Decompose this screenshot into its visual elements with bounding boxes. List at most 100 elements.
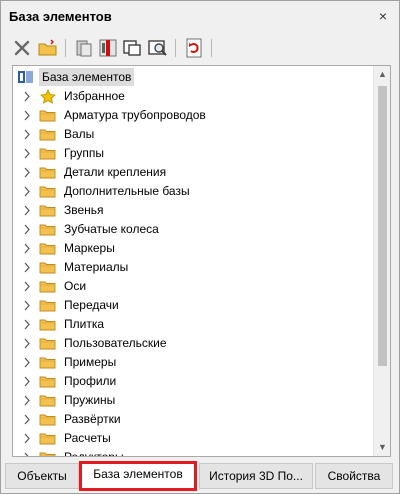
chevron-right-icon[interactable] <box>22 147 32 160</box>
tree-content: База элементов Избранное Арматура трубопр… <box>13 66 373 456</box>
tree-item-label: Пользовательские <box>64 336 167 350</box>
insert-view-button[interactable] <box>121 37 143 59</box>
tree-item-label: Дополнительные базы <box>64 184 190 198</box>
chevron-right-icon[interactable] <box>22 109 32 122</box>
open-folder-icon <box>38 39 57 56</box>
tree-item[interactable]: Примеры <box>13 353 373 372</box>
folder-icon <box>39 395 56 407</box>
folder-icon <box>39 148 56 160</box>
tree-item[interactable]: Профили <box>13 372 373 391</box>
tree-item-label: Арматура трубопроводов <box>64 108 206 122</box>
folder-icon <box>39 262 56 274</box>
folder-icon <box>39 319 56 331</box>
close-button[interactable]: × <box>375 8 391 24</box>
chevron-right-icon[interactable] <box>22 223 32 236</box>
folder-icon <box>39 110 56 122</box>
tree-item[interactable]: Пользовательские <box>13 334 373 353</box>
properties-button[interactable] <box>73 37 95 59</box>
properties-icon <box>76 40 92 57</box>
chevron-right-icon[interactable] <box>22 185 32 198</box>
tree-item-label: Профили <box>64 374 117 388</box>
tree-item[interactable]: Оси <box>13 277 373 296</box>
scroll-down-icon[interactable]: ▼ <box>374 439 390 456</box>
chevron-right-icon[interactable] <box>22 318 32 331</box>
star-icon <box>40 89 56 104</box>
folder-icon <box>39 452 56 456</box>
chevron-right-icon[interactable] <box>22 337 32 350</box>
tree-item-label: Избранное <box>64 89 125 103</box>
folder-icon <box>39 357 56 369</box>
folder-icon <box>39 433 56 445</box>
chevron-right-icon[interactable] <box>22 413 32 426</box>
tree-item-label: Расчеты <box>64 431 111 445</box>
tree-item-label: Передачи <box>64 298 119 312</box>
tree-item[interactable]: Материалы <box>13 258 373 277</box>
open-button[interactable] <box>37 37 59 59</box>
tree-item-label: Материалы <box>64 260 129 274</box>
folder-icon <box>39 129 56 141</box>
tab-element-base[interactable]: База элементов <box>79 461 197 491</box>
tree-item[interactable]: Маркеры <box>13 239 373 258</box>
tree-item[interactable]: Расчеты <box>13 429 373 448</box>
folder-icon <box>39 186 56 198</box>
tree-item[interactable]: Звенья <box>13 201 373 220</box>
tab-objects[interactable]: Объекты <box>5 463 79 489</box>
chevron-right-icon[interactable] <box>22 90 32 103</box>
chevron-right-icon[interactable] <box>22 166 32 179</box>
folder-icon <box>39 338 56 350</box>
chevron-right-icon[interactable] <box>22 451 32 456</box>
search-preview-icon <box>148 40 167 56</box>
refresh-button[interactable] <box>183 37 205 59</box>
chevron-right-icon[interactable] <box>22 356 32 369</box>
chevron-right-icon[interactable] <box>22 394 32 407</box>
scroll-up-icon[interactable]: ▲ <box>374 66 390 83</box>
tree-item[interactable]: Плитка <box>13 315 373 334</box>
bottom-tabs: Объекты База элементов История 3D По... … <box>1 461 399 493</box>
tree-item-label: Валы <box>64 127 95 141</box>
tree-item-label: Пружины <box>64 393 116 407</box>
toolbar-separator <box>175 39 176 57</box>
tree-item-label: Детали крепления <box>64 165 167 179</box>
tree-item[interactable]: Арматура трубопроводов <box>13 106 373 125</box>
chevron-right-icon[interactable] <box>22 299 32 312</box>
chevron-right-icon[interactable] <box>22 204 32 217</box>
tree-item[interactable]: Избранное <box>13 87 373 106</box>
delete-icon <box>14 40 30 56</box>
scrollbar-thumb[interactable] <box>378 86 387 366</box>
chevron-right-icon[interactable] <box>22 128 32 141</box>
tab-properties[interactable]: Свойства <box>315 463 393 489</box>
tree-item[interactable]: Передачи <box>13 296 373 315</box>
toolbar <box>9 35 393 63</box>
chevron-right-icon[interactable] <box>22 375 32 388</box>
tree-item-label: Плитка <box>64 317 105 331</box>
tree-root-label: База элементов <box>39 68 135 86</box>
element-tree[interactable]: База элементов Избранное Арматура трубопр… <box>12 65 391 457</box>
chevron-right-icon[interactable] <box>22 242 32 255</box>
folder-icon <box>39 224 56 236</box>
tree-item[interactable]: Валы <box>13 125 373 144</box>
folder-icon <box>39 167 56 179</box>
delete-button[interactable] <box>11 37 33 59</box>
folder-icon <box>39 243 56 255</box>
insert-view-icon <box>123 40 141 56</box>
tree-item[interactable]: Зубчатые колеса <box>13 220 373 239</box>
library-tool-button[interactable] <box>97 37 119 59</box>
panel-title: База элементов <box>9 9 112 24</box>
chevron-right-icon[interactable] <box>22 261 32 274</box>
refresh-icon <box>186 38 202 58</box>
vertical-scrollbar[interactable]: ▲ ▼ <box>373 66 390 456</box>
chevron-right-icon[interactable] <box>22 432 32 445</box>
tree-item-label: Примеры <box>64 355 117 369</box>
tree-item[interactable]: Дополнительные базы <box>13 182 373 201</box>
tree-item[interactable]: Пружины <box>13 391 373 410</box>
tab-3d-history[interactable]: История 3D По... <box>199 463 313 489</box>
tree-item-label: Группы <box>64 146 104 160</box>
tree-item[interactable]: Развёртки <box>13 410 373 429</box>
chevron-right-icon[interactable] <box>22 280 32 293</box>
folder-icon <box>39 281 56 293</box>
tree-item[interactable]: Редукторы <box>13 448 373 456</box>
folder-icon <box>39 300 56 312</box>
tree-item[interactable]: Группы <box>13 144 373 163</box>
tree-item[interactable]: Детали крепления <box>13 163 373 182</box>
search-preview-button[interactable] <box>147 37 169 59</box>
